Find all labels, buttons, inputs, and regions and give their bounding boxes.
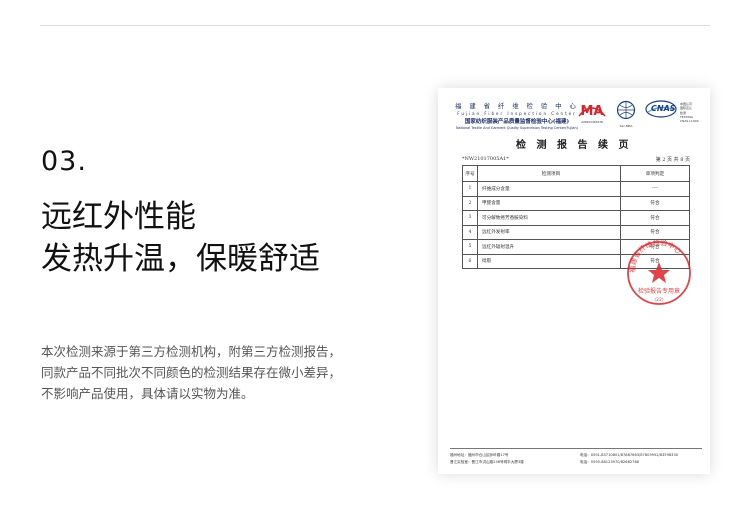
- ilac-caption: ilac-MRA: [619, 124, 633, 128]
- description-line-1: 本次检测来源于第三方检测机构，附第三方检测报告，: [41, 344, 342, 359]
- org-name: 福 建 省 纤 维 检 验 中 心: [455, 103, 579, 110]
- report-org-header: 福 建 省 纤 维 检 验 中 心 Fujian Fiber Inspectio…: [450, 101, 584, 130]
- footer-phone-1: 电话：0591-83710801/87887663/87803952/83598…: [580, 452, 679, 457]
- column-header-judge: 单项判定: [620, 165, 690, 182]
- stamp-code-text: (22): [654, 297, 663, 303]
- cma-logo: MA 220013340378: [576, 102, 608, 124]
- page-info: 第 2 页 共 8 页: [655, 157, 690, 163]
- table-row: 1 纤维成分含量 ----: [462, 181, 690, 197]
- stamp-main-text: 检验报告专用章: [638, 287, 680, 295]
- test-report-image: 福 建 省 纤 维 检 验 中 心 Fujian Fiber Inspectio…: [438, 88, 710, 474]
- table-row: 3 可分解致癌芳香胺染料 符合: [462, 210, 690, 226]
- cnas-logo: CNAS: [644, 100, 678, 126]
- description-line-2: 同款产品不同批次不同颜色的检测结果存在微小差异，: [41, 365, 342, 380]
- cnas-label: CNAS: [651, 104, 676, 113]
- cma-label: MA: [580, 104, 604, 119]
- org-sub: 国家纺织服装产品质量监督检验中心(福建): [464, 119, 570, 125]
- headline-line-2: 发热升温，保暖舒适: [41, 241, 320, 277]
- org-name-en: Fujian Fiber Inspection Center: [457, 111, 577, 116]
- red-seal-stamp: 福建省纤维检验中心 检验报告专用章 (22): [624, 238, 694, 308]
- description: 本次检测来源于第三方检测机构，附第三方检测报告， 同款产品不同批次不同颜色的检测…: [41, 341, 371, 404]
- report-title: 检 测 报 告 续 页: [516, 140, 632, 151]
- table-header-row: 序号 检测项目 单项判定: [462, 165, 690, 182]
- org-sub-en: National Textile And Garment Quality Sup…: [456, 126, 578, 130]
- footer-address-1: 福州地址：福州市仓山区胪岭路17号: [450, 452, 509, 457]
- stamp-arc-text: 福建省纤维检验中心: [628, 238, 682, 273]
- svg-text:福建省纤维检验中心: 福建省纤维检验中心: [628, 238, 682, 273]
- report-footer: 福州地址：福州市仓山区胪岭路17号 电话：0591-83710801/87887…: [450, 448, 702, 466]
- column-header-item: 检测项目: [477, 165, 621, 182]
- top-divider: [40, 25, 710, 26]
- cma-code: 220013340378: [581, 120, 603, 124]
- report-meta: *NW21017005A1* 第 2 页 共 8 页: [462, 156, 690, 164]
- description-line-3: 不影响产品使用，具体请以实物为准。: [41, 386, 254, 401]
- report-number: *NW21017005A1*: [462, 156, 509, 162]
- headline: 远红外性能 发热升温，保暖舒适: [41, 196, 320, 280]
- cnas-side-text: 中国认可 国际互认 检测 TESTING CNAS L1949: [680, 102, 699, 124]
- table-row: 2 甲醛含量 符合: [462, 195, 690, 211]
- headline-line-1: 远红外性能: [41, 199, 196, 235]
- footer-phone-2: 电话：0595-88123970/82662768: [580, 459, 640, 464]
- section-number: 03.: [41, 146, 87, 177]
- footer-address-2: 晋江实验室：晋江市洪山路236号明丰大厦3楼: [450, 459, 524, 464]
- ilac-logo: ilac-MRA: [614, 100, 638, 128]
- column-header-no: 序号: [462, 165, 478, 182]
